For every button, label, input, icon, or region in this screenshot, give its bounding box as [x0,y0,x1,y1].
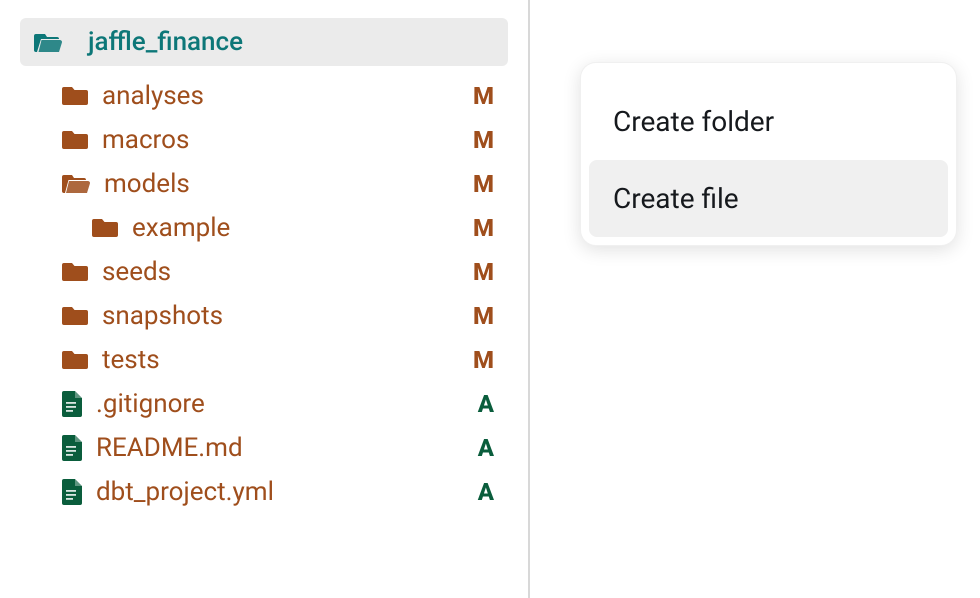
git-status-badge: M [473,82,494,110]
git-status-badge: M [473,258,494,286]
git-status-badge: A [478,390,494,418]
tree-row[interactable]: analysesM [20,74,508,118]
tree-root-row[interactable]: jaffle_finance [20,18,508,66]
tree-item-label: dbt_project.yml [96,477,478,507]
folder-closed-icon [62,261,88,283]
file-icon [62,391,82,417]
tree-item-label: README.md [96,433,478,463]
tree-root-label: jaffle_finance [88,27,243,57]
context-menu-item[interactable]: Create folder [589,83,948,160]
tree-row[interactable]: .gitignoreA [20,382,508,426]
folder-closed-icon [62,129,88,151]
git-status-badge: M [473,170,494,198]
folder-closed-icon [62,85,88,107]
tree-row[interactable]: dbt_project.ymlA [20,470,508,514]
tree-row[interactable]: exampleM [20,206,508,250]
file-icon [62,435,82,461]
context-menu-item[interactable]: Create file [589,160,948,237]
tree-item-label: .gitignore [96,389,478,419]
folder-closed-icon [92,217,118,239]
git-status-badge: M [473,214,494,242]
tree-item-label: tests [102,345,473,375]
git-status-badge: M [473,126,494,154]
tree-row[interactable]: snapshotsM [20,294,508,338]
tree-row[interactable]: modelsM [20,162,508,206]
tree-item-label: snapshots [102,301,473,331]
tree-row[interactable]: README.mdA [20,426,508,470]
git-status-badge: A [478,478,494,506]
tree-item-label: example [132,213,473,243]
folder-open-icon [62,173,90,195]
git-status-badge: M [473,346,494,374]
tree-row[interactable]: seedsM [20,250,508,294]
tree-item-label: models [104,169,473,199]
folder-closed-icon [62,349,88,371]
tree-item-label: seeds [102,257,473,287]
tree-item-label: macros [102,125,473,155]
folder-closed-icon [62,305,88,327]
context-menu: Create folderCreate file [580,62,957,246]
tree-row[interactable]: testsM [20,338,508,382]
tree-row[interactable]: macrosM [20,118,508,162]
tree-item-label: analyses [102,81,473,111]
file-icon [62,479,82,505]
git-status-badge: A [478,434,494,462]
context-panel: Create folderCreate file [530,0,980,598]
git-status-badge: M [473,302,494,330]
file-tree-sidebar: jaffle_finance analysesMmacrosMmodelsMex… [0,0,530,598]
folder-open-icon [34,30,62,54]
